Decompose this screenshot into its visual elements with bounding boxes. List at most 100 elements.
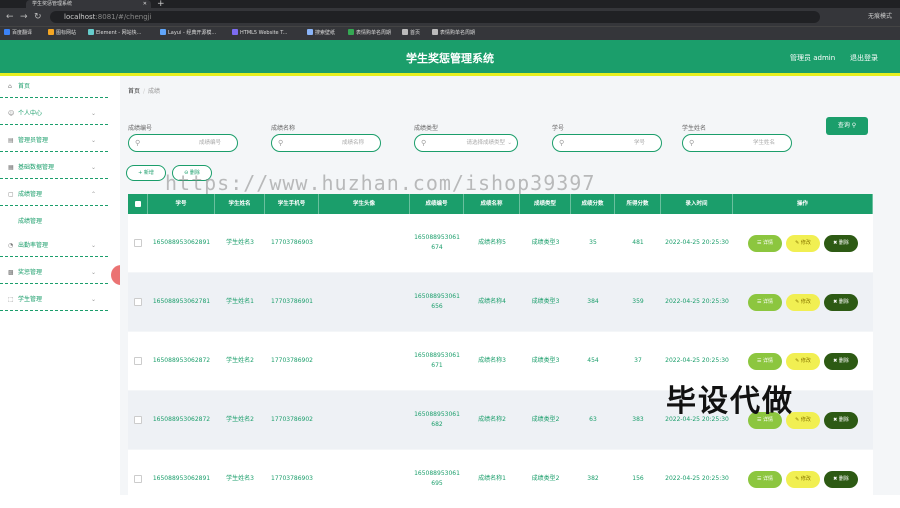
cell-time: 2022-04-25 20:25:30 xyxy=(665,239,729,247)
score-type-select[interactable]: ⚲ 请选择成绩类型 ⌄ xyxy=(414,134,518,152)
delete-button[interactable]: ✖ 删除 xyxy=(824,293,858,311)
cell-cname: 成绩名称3 xyxy=(478,357,506,365)
detail-button[interactable]: ☰ 详情 xyxy=(748,293,782,311)
row-checkbox[interactable] xyxy=(134,239,142,247)
filter-label-score-name: 成绩名称 xyxy=(271,125,296,132)
cell-code: 165088953061674 xyxy=(414,234,460,251)
sidebar-item-profile[interactable]: ☺ 个人中心 ⌄ xyxy=(0,103,108,125)
score-code-input[interactable]: ⚲ 成绩编号 xyxy=(128,134,238,152)
sidebar-item-home[interactable]: ⌂ 首页 xyxy=(0,76,108,98)
sidebar-item-reward[interactable]: ▩ 奖惩管理 ⌄ xyxy=(0,262,108,284)
avatar xyxy=(319,273,410,331)
cell-code: 165088953061695 xyxy=(414,470,460,487)
score-icon: ▢ xyxy=(8,191,14,198)
score-name-input[interactable]: ⚲ 成绩名称 xyxy=(271,134,381,152)
sidebar-subitem-score-manage[interactable]: 成绩管理 xyxy=(18,216,42,225)
cell-phone: 17703786902 xyxy=(271,416,313,424)
close-tab-icon[interactable]: ✕ xyxy=(143,0,147,8)
cell-time: 2022-04-25 20:25:30 xyxy=(665,475,729,483)
admin-user-label[interactable]: 管理员 admin xyxy=(790,53,835,63)
sidebar-item-base-data[interactable]: ▦ 基础数据管理 ⌄ xyxy=(0,157,108,179)
column-header: 录入时间 xyxy=(661,194,733,214)
delete-button[interactable]: ✖ 删除 xyxy=(824,411,858,429)
row-checkbox[interactable] xyxy=(134,475,142,483)
sidebar-item-admin[interactable]: ▤ 管理员管理 ⌄ xyxy=(0,130,108,152)
back-icon[interactable]: ← xyxy=(6,11,14,23)
bookmark-item[interactable]: 表情购单名周期 xyxy=(432,27,475,40)
sidebar-item-score[interactable]: ▢ 成绩管理 ⌃ xyxy=(0,184,108,206)
chevron-up-icon: ⌃ xyxy=(90,191,96,198)
select-all-checkbox[interactable] xyxy=(128,194,148,214)
column-header: 所得分数 xyxy=(615,194,661,214)
search-icon: ⚲ xyxy=(851,122,857,129)
edit-button[interactable]: ✎ 修改 xyxy=(786,293,820,311)
main-content: 首页 / 成绩 成绩编号 ⚲ 成绩编号 成绩名称 ⚲ 成绩名称 成绩类型 ⚲ 请选择成绩类… xyxy=(120,76,900,508)
cell-got: 383 xyxy=(632,416,644,424)
cell-xuehao: 165088953062891 xyxy=(152,475,211,483)
row-checkbox-cell xyxy=(128,332,148,390)
bookmark-icon xyxy=(48,29,54,35)
search-icon: ⚲ xyxy=(421,139,427,147)
reload-icon[interactable]: ↻ xyxy=(34,11,42,23)
bookmark-item[interactable]: 图标网站 xyxy=(48,27,76,40)
avatar xyxy=(319,391,410,449)
browser-tab[interactable]: 学生奖惩管理系统 ✕ xyxy=(26,0,151,8)
cell-code: 165088953061682 xyxy=(414,411,460,428)
detail-button[interactable]: ☰ 详情 xyxy=(748,352,782,370)
chevron-down-icon: ⌄ xyxy=(90,137,96,144)
row-checkbox-cell xyxy=(128,391,148,449)
bookmark-icon xyxy=(4,29,10,35)
edit-button[interactable]: ✎ 修改 xyxy=(786,352,820,370)
search-icon: ⚲ xyxy=(278,139,284,147)
logout-link[interactable]: 退出登录 xyxy=(850,53,878,63)
cell-cname: 成绩名称1 xyxy=(478,475,506,483)
forward-icon[interactable]: → xyxy=(20,11,28,23)
sidebar-item-student[interactable]: ⬚ 学生管理 ⌄ xyxy=(0,289,108,311)
chevron-down-icon: ⌄ xyxy=(90,110,96,117)
row-actions: ☰ 详情 ✎ 修改 ✖ 删除 xyxy=(733,450,873,508)
add-button[interactable]: + 新增 xyxy=(126,165,166,181)
cell-ctype: 成绩类型3 xyxy=(531,239,560,247)
admin-icon: ▤ xyxy=(8,137,14,144)
delete-button[interactable]: ✖ 删除 xyxy=(824,234,858,252)
incognito-label[interactable]: 无痕模式 xyxy=(868,11,892,23)
xuehao-input[interactable]: ⚲ 学号 xyxy=(552,134,662,152)
cell-score: 454 xyxy=(587,357,599,365)
app-header: 学生奖惩管理系统 管理员 admin 退出登录 xyxy=(0,40,900,76)
detail-button[interactable]: ☰ 详情 xyxy=(748,234,782,252)
browser-tab-bar: 学生奖惩管理系统 ✕ + xyxy=(0,0,900,9)
filter-label-score-code: 成绩编号 xyxy=(128,125,153,132)
edit-button[interactable]: ✎ 修改 xyxy=(786,234,820,252)
delete-button[interactable]: ✖ 删除 xyxy=(824,470,858,488)
bookmark-item[interactable]: 搜索壁纸 xyxy=(307,27,335,40)
bookmark-item[interactable]: 百度翻译 xyxy=(4,27,32,40)
search-icon: ⚲ xyxy=(559,139,565,147)
bookmark-icon xyxy=(88,29,94,35)
edit-button[interactable]: ✎ 修改 xyxy=(786,470,820,488)
cell-xuehao: 165088953062872 xyxy=(152,416,211,424)
bookmark-item[interactable]: HTML5 Website T... xyxy=(232,27,287,40)
row-checkbox[interactable] xyxy=(134,357,142,365)
student-name-input[interactable]: ⚲ 学生姓名 xyxy=(682,134,792,152)
delete-button[interactable]: ✖ 删除 xyxy=(824,352,858,370)
breadcrumb-home[interactable]: 首页 xyxy=(128,88,140,95)
overlay-ad-text: 毕设代做 xyxy=(666,384,794,419)
detail-button[interactable]: ☰ 详情 xyxy=(748,470,782,488)
row-checkbox[interactable] xyxy=(134,298,142,306)
bookmark-item[interactable]: Layui - 经典开源模... xyxy=(160,27,216,40)
bookmark-item[interactable]: 首页 xyxy=(402,27,420,40)
bookmark-icon xyxy=(232,29,238,35)
cell-cname: 成绩名称2 xyxy=(478,416,506,424)
table-row: 165088953062891 学生姓名3 17703786903 165088953… xyxy=(128,214,873,272)
chevron-down-icon: ⌄ xyxy=(90,269,96,276)
row-checkbox[interactable] xyxy=(134,416,142,424)
bookmark-item[interactable]: Element - 网站快... xyxy=(88,27,141,40)
sidebar-item-attendance[interactable]: ◔ 出勤率管理 ⌄ xyxy=(0,235,108,257)
url-field[interactable]: localhost:8081/#/chengji xyxy=(50,11,820,23)
avatar xyxy=(319,332,410,390)
column-header: 学生头像 xyxy=(319,194,410,214)
bookmark-item[interactable]: 表情购单名周期 xyxy=(348,27,391,40)
search-button[interactable]: 查询 ⚲ xyxy=(826,117,868,135)
row-checkbox-cell xyxy=(128,214,148,272)
search-icon: ⚲ xyxy=(689,139,695,147)
